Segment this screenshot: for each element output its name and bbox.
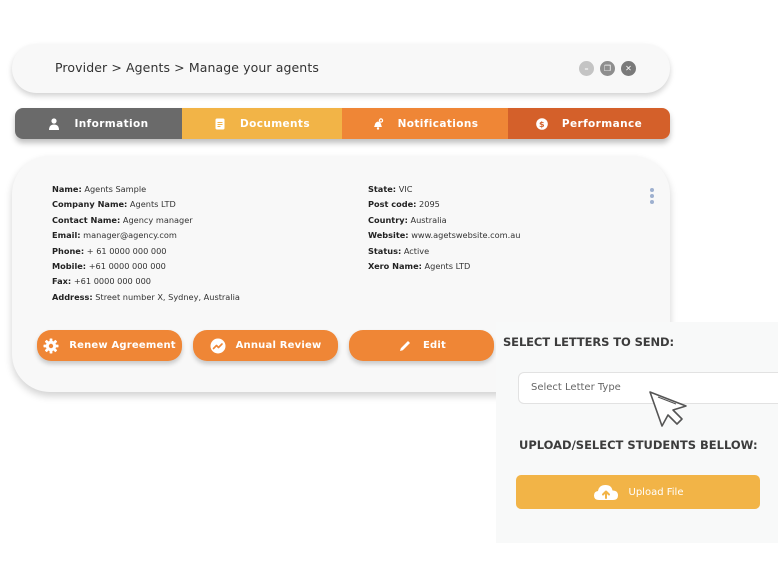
header-bar: Provider > Agents > Manage your agents –… — [12, 44, 670, 93]
agent-details-right: State: VIC Post code: 2095 Country: Aust… — [368, 182, 520, 274]
restore-icon: ❐ — [603, 63, 612, 73]
detail-company-name: Company Name: Agents LTD — [52, 199, 176, 210]
letter-type-placeholder: Select Letter Type — [531, 382, 621, 393]
detail-email: Email: manager@agency.com — [52, 230, 177, 241]
svg-text:$: $ — [539, 120, 545, 129]
annual-review-label: Annual Review — [235, 340, 322, 351]
detail-xero-name: Xero Name: Agents LTD — [368, 261, 471, 272]
cursor-arrow-icon — [649, 391, 687, 427]
renew-agreement-label: Renew Agreement — [69, 340, 176, 351]
tab-information[interactable]: Information — [15, 108, 182, 139]
detail-name: Name: Agents Sample — [52, 184, 147, 194]
gear-icon — [43, 338, 59, 353]
select-letters-title: SELECT LETTERS TO SEND: — [503, 335, 674, 349]
tab-documents[interactable]: Documents — [182, 108, 342, 139]
cloud-upload-icon — [593, 485, 618, 500]
close-button[interactable]: ✕ — [621, 61, 636, 76]
detail-state: State: VIC — [368, 184, 413, 194]
letters-panel: SELECT LETTERS TO SEND: Select Letter Ty… — [496, 322, 778, 543]
renew-agreement-button[interactable]: Renew Agreement — [37, 330, 182, 361]
breadcrumb: Provider > Agents > Manage your agents — [55, 60, 319, 75]
minimize-icon: – — [584, 63, 589, 73]
detail-fax: Fax: +61 0000 000 000 — [52, 276, 151, 287]
tab-performance[interactable]: $ Performance — [508, 108, 670, 139]
tab-bar: Information Documents Notifications $ Pe… — [15, 108, 670, 139]
tab-label: Documents — [239, 117, 311, 130]
detail-mobile: Mobile: +61 0000 000 000 — [52, 261, 166, 272]
tab-notifications[interactable]: Notifications — [342, 108, 508, 139]
document-icon — [215, 118, 225, 129]
detail-website: Website: www.agetswebsite.com.au — [368, 230, 521, 241]
tab-label: Performance — [561, 117, 643, 130]
more-options-icon[interactable] — [649, 188, 655, 204]
detail-status: Status: Active — [368, 245, 430, 256]
window-controls: – ❐ ✕ — [579, 61, 636, 76]
detail-address: Address: Street number X, Sydney, Austra… — [52, 291, 240, 302]
upload-students-title: UPLOAD/SELECT STUDENTS BELLOW: — [519, 438, 758, 452]
detail-phone: Phone: + 61 0000 000 000 — [52, 245, 167, 256]
edit-label: Edit — [423, 340, 446, 351]
close-icon: ✕ — [625, 63, 632, 73]
user-icon — [49, 117, 60, 130]
minimize-button[interactable]: – — [579, 61, 594, 76]
detail-contact-name: Contact Name: Agency manager — [52, 214, 193, 225]
annual-review-button[interactable]: Annual Review — [193, 330, 338, 361]
action-buttons: Renew Agreement Annual Review Edit — [37, 330, 494, 361]
tab-label: Information — [74, 117, 149, 130]
bell-icon — [373, 117, 383, 130]
restore-button[interactable]: ❐ — [600, 61, 615, 76]
agent-details-left: Name: Agents Sample Company Name: Agents… — [52, 182, 240, 305]
upload-file-label: Upload File — [628, 486, 684, 498]
pencil-icon — [400, 340, 410, 351]
edit-button[interactable]: Edit — [349, 330, 494, 361]
dollar-icon: $ — [536, 117, 548, 130]
trend-icon — [210, 338, 226, 353]
tab-label: Notifications — [397, 117, 479, 130]
detail-country: Country: Australia — [368, 214, 447, 225]
upload-file-button[interactable]: Upload File — [516, 475, 760, 509]
detail-post-code: Post code: 2095 — [368, 199, 440, 210]
